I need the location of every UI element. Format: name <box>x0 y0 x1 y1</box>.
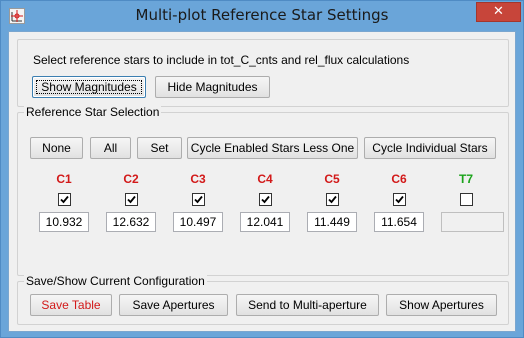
star-checkbox-t7[interactable] <box>460 193 473 206</box>
star-checkbox-c3[interactable] <box>192 193 205 206</box>
all-button[interactable]: All <box>90 137 131 159</box>
checkmark-icon <box>261 195 270 204</box>
window-title: Multi-plot Reference Star Settings <box>135 6 389 24</box>
star-label-c4: C4 <box>257 172 273 186</box>
settings-window: Multi-plot Reference Star Settings ✕ Sel… <box>0 0 524 338</box>
magnitudes-group: Select reference stars to include in tot… <box>17 39 509 107</box>
checkmark-icon <box>194 195 203 204</box>
star-label-c3: C3 <box>190 172 206 186</box>
star-checkbox-c6[interactable] <box>393 193 406 206</box>
save-apertures-label: Save Apertures <box>132 298 215 312</box>
cycle-enabled-label: Cycle Enabled Stars Less One <box>190 141 355 155</box>
checkmark-icon <box>127 195 136 204</box>
star-label-c6: C6 <box>391 172 407 186</box>
magnitude-field-c6[interactable]: 11.654 <box>374 212 424 232</box>
cycle-individual-stars-button[interactable]: Cycle Individual Stars <box>364 137 496 159</box>
magnitude-field-c2[interactable]: 12.632 <box>106 212 156 232</box>
star-checkbox-c4[interactable] <box>259 193 272 206</box>
none-label: None <box>42 141 71 155</box>
show-magnitudes-button[interactable]: Show Magnitudes <box>32 76 146 98</box>
magnitude-field-t7 <box>441 212 504 232</box>
checkmark-icon <box>395 195 404 204</box>
save-apertures-button[interactable]: Save Apertures <box>119 294 228 316</box>
close-button[interactable]: ✕ <box>476 2 521 22</box>
cycle-individual-label: Cycle Individual Stars <box>372 141 488 155</box>
hide-magnitudes-label: Hide Magnitudes <box>167 80 258 94</box>
set-label: Set <box>150 141 169 155</box>
star-label-c5: C5 <box>324 172 340 186</box>
show-apertures-button[interactable]: Show Apertures <box>386 294 497 316</box>
app-plot-icon <box>9 8 25 24</box>
star-checkbox-c1[interactable] <box>58 193 71 206</box>
star-label-t7: T7 <box>458 172 473 186</box>
title-bar[interactable]: Multi-plot Reference Star Settings ✕ <box>1 1 523 31</box>
configuration-group: Save/Show Current Configuration Save Tab… <box>17 274 509 325</box>
magnitude-field-c1[interactable]: 10.932 <box>39 212 89 232</box>
checkmark-icon <box>60 195 69 204</box>
instruction-text: Select reference stars to include in tot… <box>33 53 410 67</box>
save-table-button[interactable]: Save Table <box>30 294 112 316</box>
star-label-c2: C2 <box>123 172 139 186</box>
close-icon: ✕ <box>493 4 504 19</box>
show-magnitudes-label: Show Magnitudes <box>41 80 137 94</box>
star-label-c1: C1 <box>56 172 72 186</box>
magnitude-field-c5[interactable]: 11.449 <box>307 212 357 232</box>
show-apertures-label: Show Apertures <box>399 298 484 312</box>
all-label: All <box>103 141 118 155</box>
magnitude-field-c4[interactable]: 12.041 <box>240 212 290 232</box>
magnitude-field-c3[interactable]: 10.497 <box>173 212 223 232</box>
save-table-label: Save Table <box>41 298 101 312</box>
hide-magnitudes-button[interactable]: Hide Magnitudes <box>155 76 270 98</box>
reference-star-selection-group: Reference Star Selection None All Set Cy… <box>17 105 509 276</box>
configuration-title: Save/Show Current Configuration <box>24 274 207 288</box>
send-to-multi-aperture-button[interactable]: Send to Multi-aperture <box>236 294 379 316</box>
cycle-enabled-stars-button[interactable]: Cycle Enabled Stars Less One <box>187 137 358 159</box>
star-checkbox-c2[interactable] <box>125 193 138 206</box>
dialog-client-area: Select reference stars to include in tot… <box>8 31 516 332</box>
star-checkbox-c5[interactable] <box>326 193 339 206</box>
none-button[interactable]: None <box>30 137 83 159</box>
set-button[interactable]: Set <box>137 137 182 159</box>
checkmark-icon <box>328 195 337 204</box>
send-to-multi-aperture-label: Send to Multi-aperture <box>248 298 367 312</box>
reference-star-selection-title: Reference Star Selection <box>24 105 162 119</box>
